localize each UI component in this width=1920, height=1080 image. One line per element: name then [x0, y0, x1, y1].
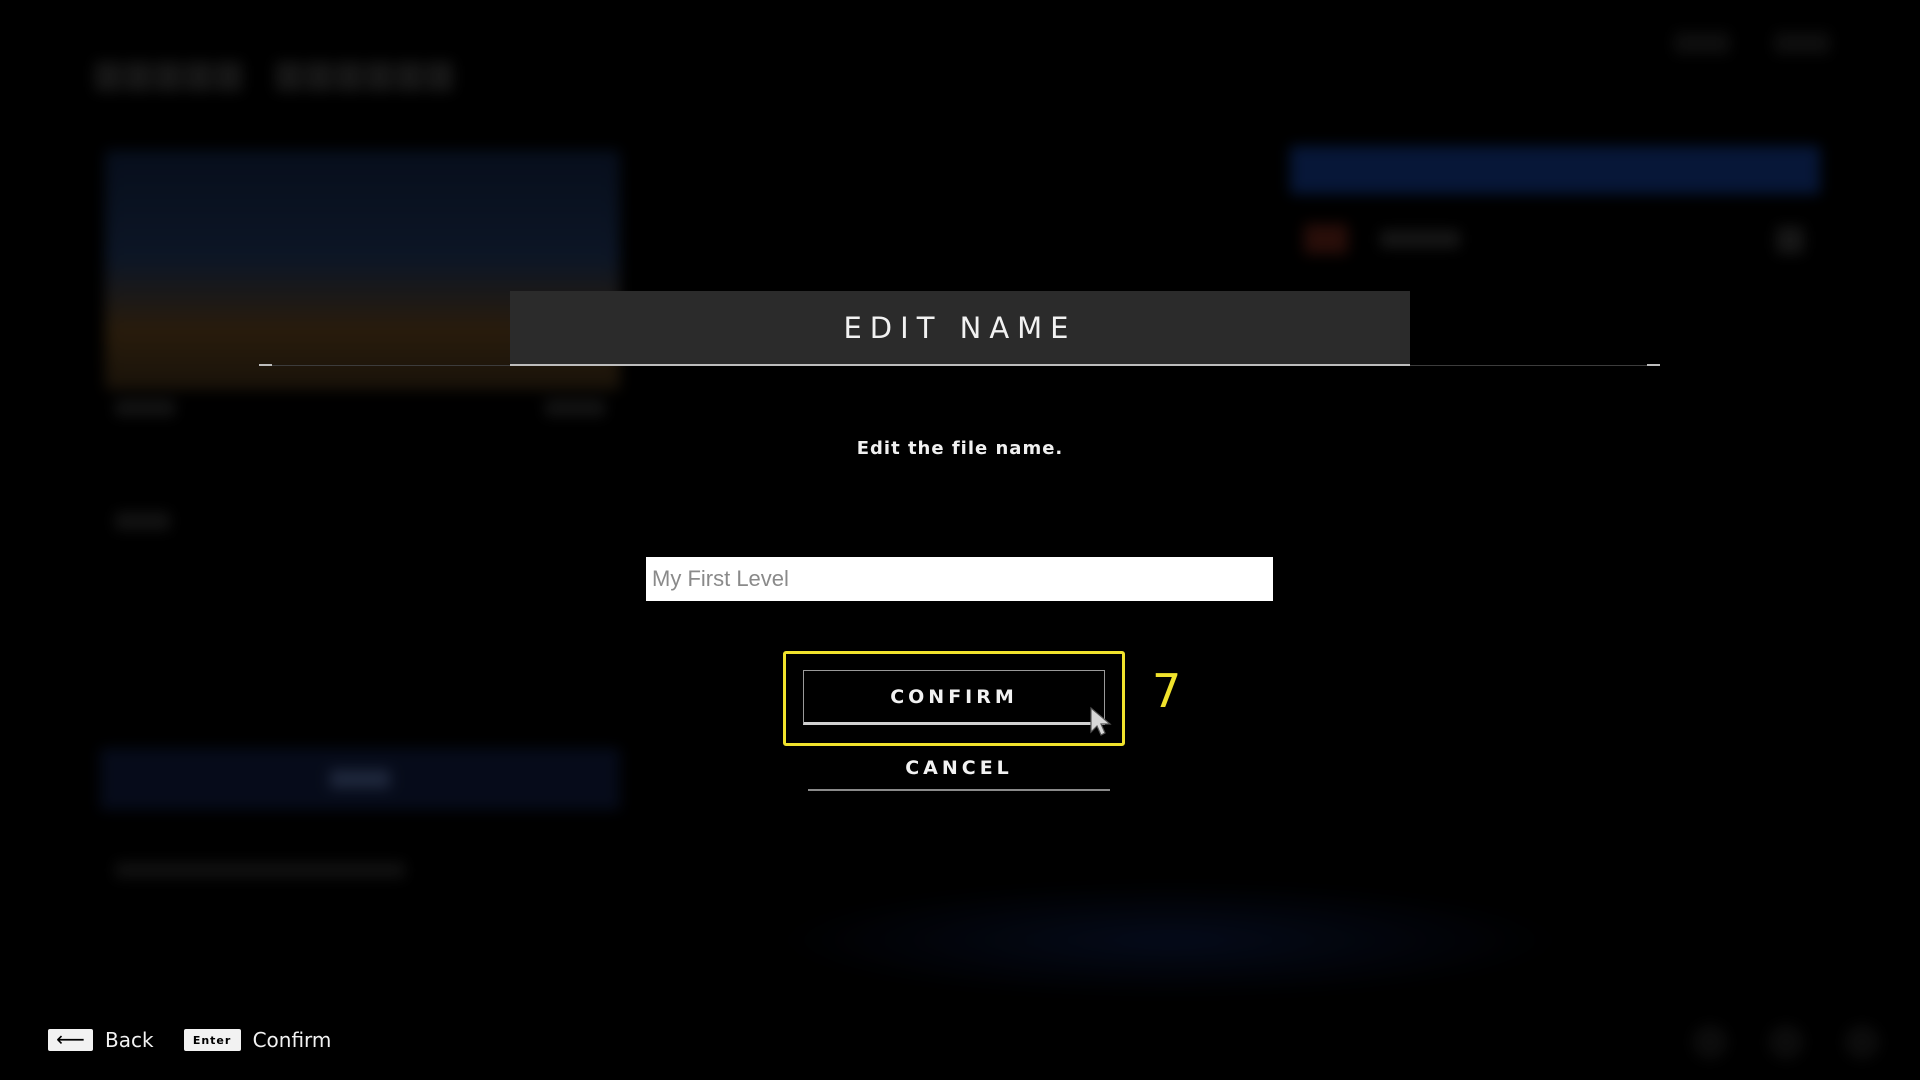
footer-key-hints: ⟵ Back Enter Confirm	[48, 1028, 361, 1052]
background-glow	[770, 880, 1570, 1000]
back-hint-label: Back	[105, 1028, 154, 1052]
background-tab: ▆▆▆▆▆▆	[275, 53, 457, 91]
confirm-hint[interactable]: Enter Confirm	[183, 1028, 332, 1052]
back-arrow-key-icon: ⟵	[48, 1029, 93, 1051]
background-tab: ▆▆▆▆▆	[95, 53, 246, 91]
blurred-background-menu: ▆▆▆▆▆ ▆▆▆▆▆▆	[0, 0, 1920, 1080]
background-thumbnail-meta	[105, 400, 620, 420]
step-number-badge: 7	[1152, 664, 1182, 718]
background-text-line	[115, 862, 405, 878]
cancel-button[interactable]: CANCEL	[808, 747, 1110, 791]
mouse-pointer-icon	[1090, 706, 1112, 736]
confirm-hint-label: Confirm	[252, 1028, 332, 1052]
confirm-button[interactable]: CONFIRM	[803, 670, 1105, 725]
screen: ▆▆▆▆▆ ▆▆▆▆▆▆ EDIT NAME Edit the file nam…	[0, 0, 1920, 1080]
background-selected-row	[1290, 146, 1820, 194]
background-list-row	[1290, 218, 1820, 262]
background-bottom-icons	[1692, 1024, 1880, 1060]
enter-key-icon: Enter	[183, 1029, 241, 1051]
cancel-button-label: CANCEL	[905, 757, 1013, 779]
file-name-input[interactable]	[646, 557, 1273, 601]
divider-left-tick	[259, 364, 272, 366]
background-tabs: ▆▆▆▆▆ ▆▆▆▆▆▆	[95, 52, 457, 92]
background-top-controls	[1674, 32, 1830, 54]
divider-right-tick	[1647, 364, 1660, 366]
dialog-subtitle: Edit the file name.	[856, 438, 1064, 459]
dialog-title: EDIT NAME	[843, 310, 1077, 345]
background-label	[115, 512, 170, 530]
back-hint[interactable]: ⟵ Back	[48, 1028, 154, 1052]
background-action-bar	[100, 748, 620, 810]
dialog-title-bar: EDIT NAME	[510, 291, 1410, 366]
confirm-button-label: CONFIRM	[890, 685, 1018, 708]
